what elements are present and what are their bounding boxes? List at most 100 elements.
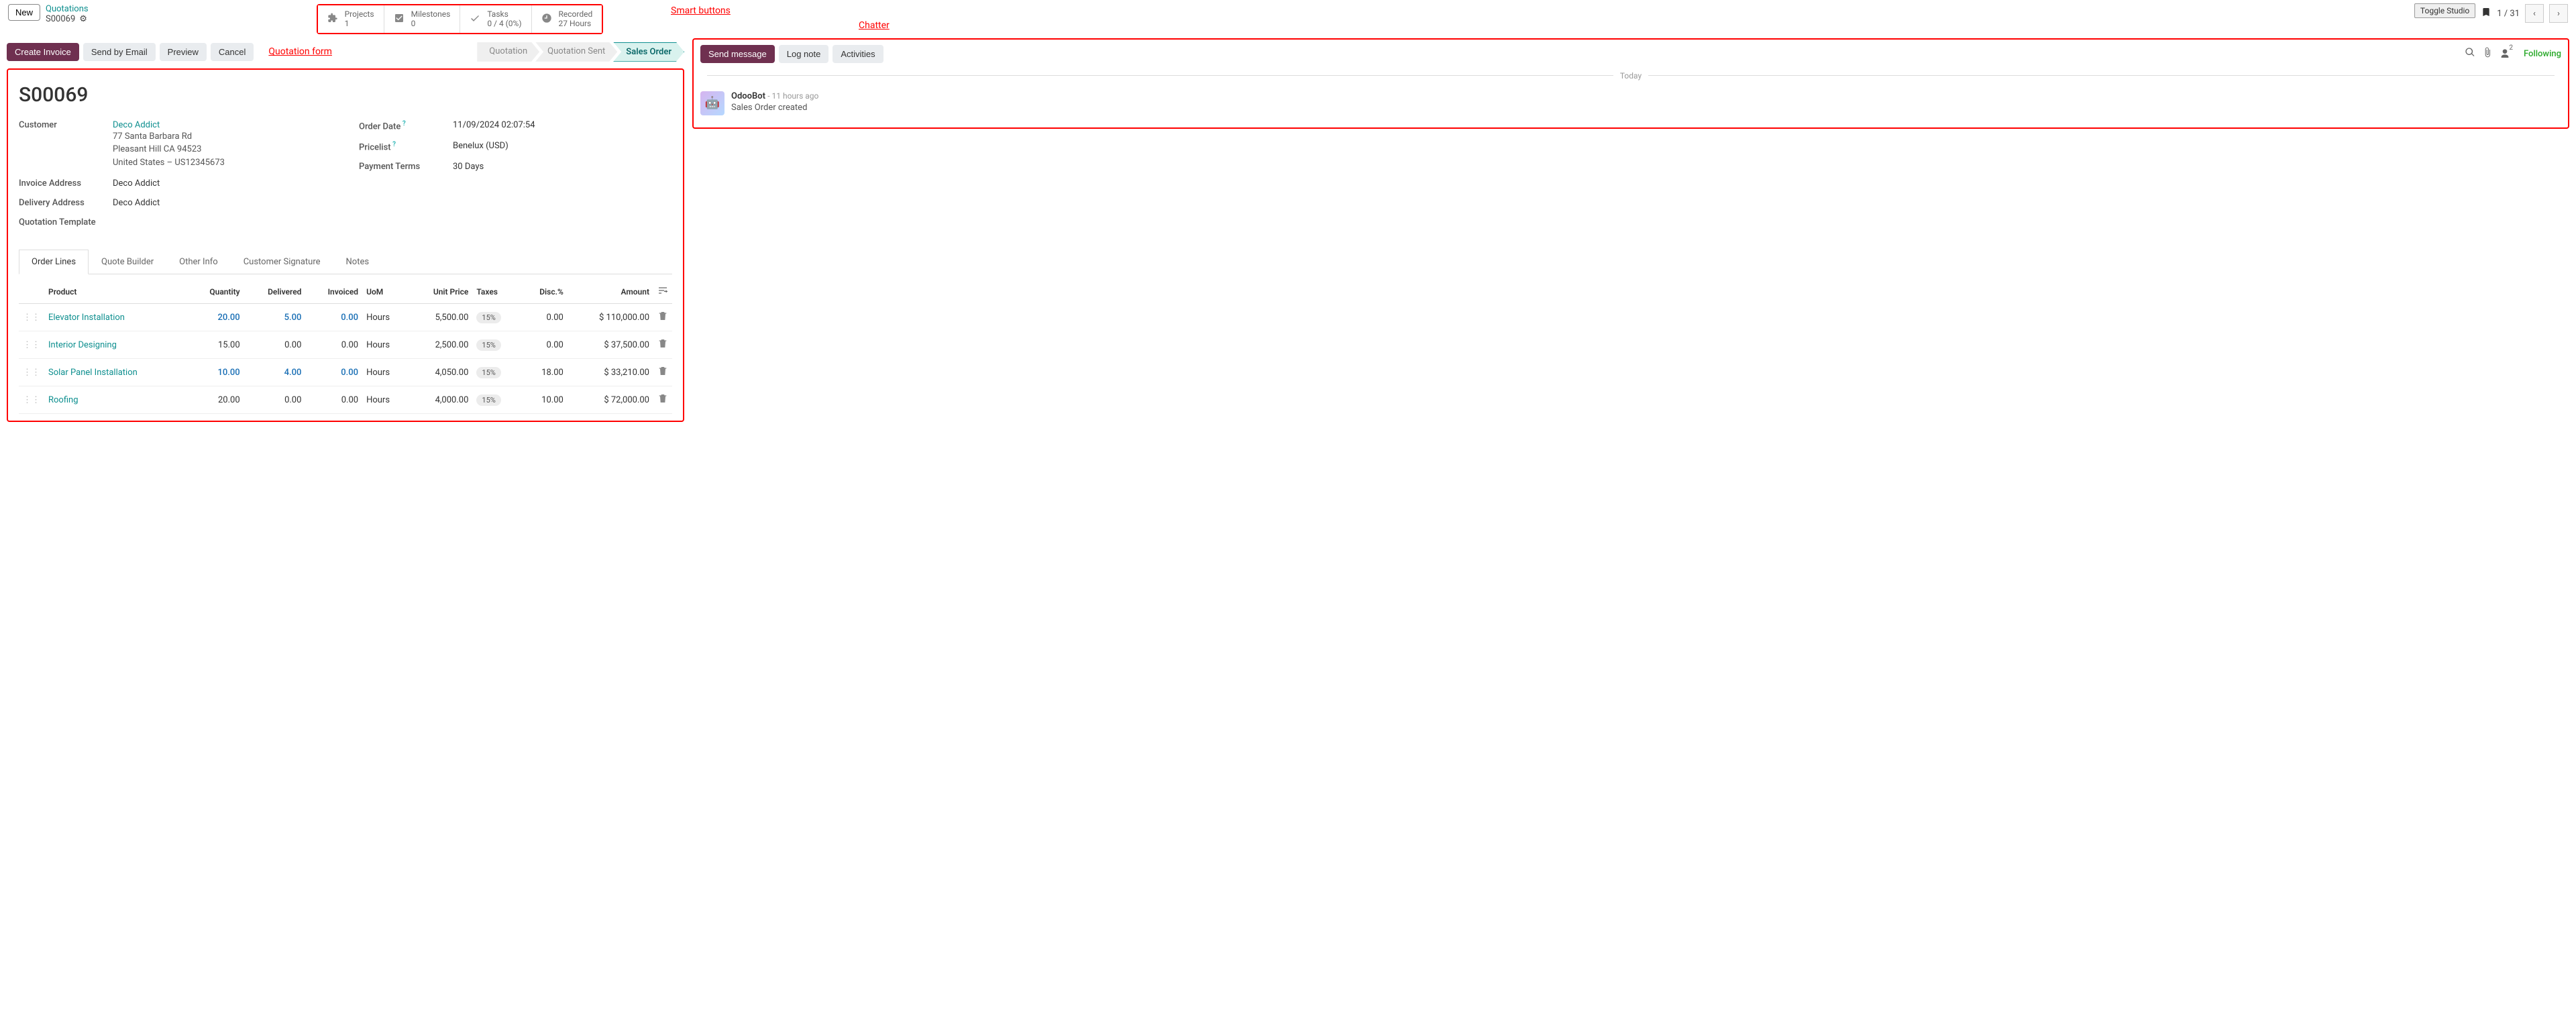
cancel-button[interactable]: Cancel: [211, 43, 254, 61]
send-email-button[interactable]: Send by Email: [83, 43, 156, 61]
breadcrumb-current: S00069: [46, 14, 75, 24]
smart-button-tasks[interactable]: Tasks 0 / 4 (0%): [460, 5, 531, 33]
product-link[interactable]: Elevator Installation: [48, 313, 125, 323]
cell-qty[interactable]: 20.00: [187, 304, 244, 331]
col-quantity: Quantity: [187, 280, 244, 304]
toggle-studio-tooltip: Toggle Studio: [2414, 3, 2475, 18]
annotation-chatter: Chatter: [859, 20, 890, 31]
check-icon: [470, 13, 482, 25]
product-link[interactable]: Interior Designing: [48, 340, 117, 350]
preview-button[interactable]: Preview: [160, 43, 207, 61]
cell-disc[interactable]: 0.00: [521, 304, 568, 331]
create-invoice-button[interactable]: Create Invoice: [7, 43, 79, 61]
cell-tax[interactable]: 15%: [472, 331, 520, 359]
delivery-address-label: Delivery Address: [19, 198, 113, 208]
col-uom: UoM: [362, 280, 409, 304]
search-icon[interactable]: [2465, 47, 2475, 60]
delivery-address[interactable]: Deco Addict: [113, 198, 332, 208]
message-time: - 11 hours ago: [767, 91, 818, 101]
status-quotation-sent[interactable]: Quotation Sent: [535, 42, 617, 62]
quotation-template-label: Quotation Template: [19, 217, 113, 227]
cell-unit-price[interactable]: 4,000.00: [409, 386, 472, 414]
log-note-button[interactable]: Log note: [779, 45, 829, 63]
cell-tax[interactable]: 15%: [472, 304, 520, 331]
cell-uom[interactable]: Hours: [362, 386, 409, 414]
product-link[interactable]: Roofing: [48, 395, 78, 405]
drag-handle-icon[interactable]: ⋮⋮: [19, 359, 44, 386]
cell-qty[interactable]: 15.00: [187, 331, 244, 359]
drag-handle-icon[interactable]: ⋮⋮: [19, 386, 44, 414]
cell-tax[interactable]: 15%: [472, 386, 520, 414]
smart-button-projects[interactable]: Projects 1: [318, 5, 384, 33]
status-sales-order[interactable]: Sales Order: [613, 42, 684, 62]
tab-quote-builder[interactable]: Quote Builder: [89, 250, 166, 274]
col-amount: Amount: [568, 280, 653, 304]
cell-invoiced[interactable]: 0.00: [305, 386, 362, 414]
smart-button-milestones[interactable]: Milestones 0: [384, 5, 461, 33]
order-title: S00069: [19, 83, 672, 107]
col-settings-icon[interactable]: [653, 280, 672, 304]
tab-notes[interactable]: Notes: [333, 250, 382, 274]
cell-delivered[interactable]: 0.00: [244, 386, 306, 414]
cell-disc[interactable]: 0.00: [521, 331, 568, 359]
drag-handle-icon[interactable]: ⋮⋮: [19, 304, 44, 331]
new-button[interactable]: New: [8, 4, 40, 21]
table-row[interactable]: ⋮⋮ Elevator Installation 20.00 5.00 0.00…: [19, 304, 672, 331]
send-message-button[interactable]: Send message: [700, 45, 775, 63]
gear-icon[interactable]: ⚙: [79, 14, 87, 24]
prev-button[interactable]: ‹: [2525, 4, 2544, 23]
cell-disc[interactable]: 10.00: [521, 386, 568, 414]
pager[interactable]: 1 / 31: [2497, 9, 2520, 19]
cell-unit-price[interactable]: 4,050.00: [409, 359, 472, 386]
cell-qty[interactable]: 10.00: [187, 359, 244, 386]
cell-delivered[interactable]: 0.00: [244, 331, 306, 359]
cell-tax[interactable]: 15%: [472, 359, 520, 386]
cell-invoiced[interactable]: 0.00: [305, 359, 362, 386]
tab-customer-signature[interactable]: Customer Signature: [231, 250, 333, 274]
cell-amount: $ 33,210.00: [568, 359, 653, 386]
product-link[interactable]: Solar Panel Installation: [48, 368, 138, 378]
activities-button[interactable]: Activities: [833, 45, 883, 63]
cell-uom[interactable]: Hours: [362, 359, 409, 386]
cell-unit-price[interactable]: 2,500.00: [409, 331, 472, 359]
tab-order-lines[interactable]: Order Lines: [19, 250, 89, 274]
delete-icon[interactable]: [653, 304, 672, 331]
pricelist-label: Pricelist ?: [359, 141, 453, 152]
drag-handle-icon[interactable]: ⋮⋮: [19, 331, 44, 359]
next-button[interactable]: ›: [2549, 4, 2568, 23]
bookmark-icon[interactable]: [2481, 7, 2491, 20]
following-label[interactable]: Following: [2524, 49, 2561, 59]
quotation-template[interactable]: [113, 217, 332, 227]
invoice-address[interactable]: Deco Addict: [113, 178, 332, 189]
clock-icon: [541, 13, 553, 25]
cell-delivered[interactable]: 4.00: [244, 359, 306, 386]
cell-delivered[interactable]: 5.00: [244, 304, 306, 331]
smart-button-recorded[interactable]: Recorded 27 Hours: [532, 5, 602, 33]
cell-invoiced[interactable]: 0.00: [305, 304, 362, 331]
chatter-today-divider: Today: [700, 71, 2561, 81]
tab-other-info[interactable]: Other Info: [166, 250, 231, 274]
cell-disc[interactable]: 18.00: [521, 359, 568, 386]
cell-qty[interactable]: 20.00: [187, 386, 244, 414]
delete-icon[interactable]: [653, 359, 672, 386]
pricelist[interactable]: Benelux (USD): [453, 141, 672, 152]
delete-icon[interactable]: [653, 386, 672, 414]
cell-uom[interactable]: Hours: [362, 304, 409, 331]
breadcrumb-parent[interactable]: Quotations: [46, 4, 89, 14]
attachment-icon[interactable]: [2482, 47, 2493, 60]
cell-invoiced[interactable]: 0.00: [305, 331, 362, 359]
quotation-form: S00069 Customer Deco Addict 77 Santa Bar…: [7, 68, 684, 423]
status-quotation[interactable]: Quotation: [477, 42, 539, 62]
cell-unit-price[interactable]: 5,500.00: [409, 304, 472, 331]
payment-terms[interactable]: 30 Days: [453, 162, 672, 172]
statusbar: Quotation Quotation Sent Sales Order: [477, 42, 684, 62]
cell-amount: $ 110,000.00: [568, 304, 653, 331]
delete-icon[interactable]: [653, 331, 672, 359]
followers-icon[interactable]: 2: [2500, 48, 2514, 59]
customer-link[interactable]: Deco Addict: [113, 120, 332, 130]
cell-uom[interactable]: Hours: [362, 331, 409, 359]
order-date[interactable]: 11/09/2024 02:07:54: [453, 120, 672, 131]
table-row[interactable]: ⋮⋮ Interior Designing 15.00 0.00 0.00 Ho…: [19, 331, 672, 359]
table-row[interactable]: ⋮⋮ Solar Panel Installation 10.00 4.00 0…: [19, 359, 672, 386]
table-row[interactable]: ⋮⋮ Roofing 20.00 0.00 0.00 Hours 4,000.0…: [19, 386, 672, 414]
